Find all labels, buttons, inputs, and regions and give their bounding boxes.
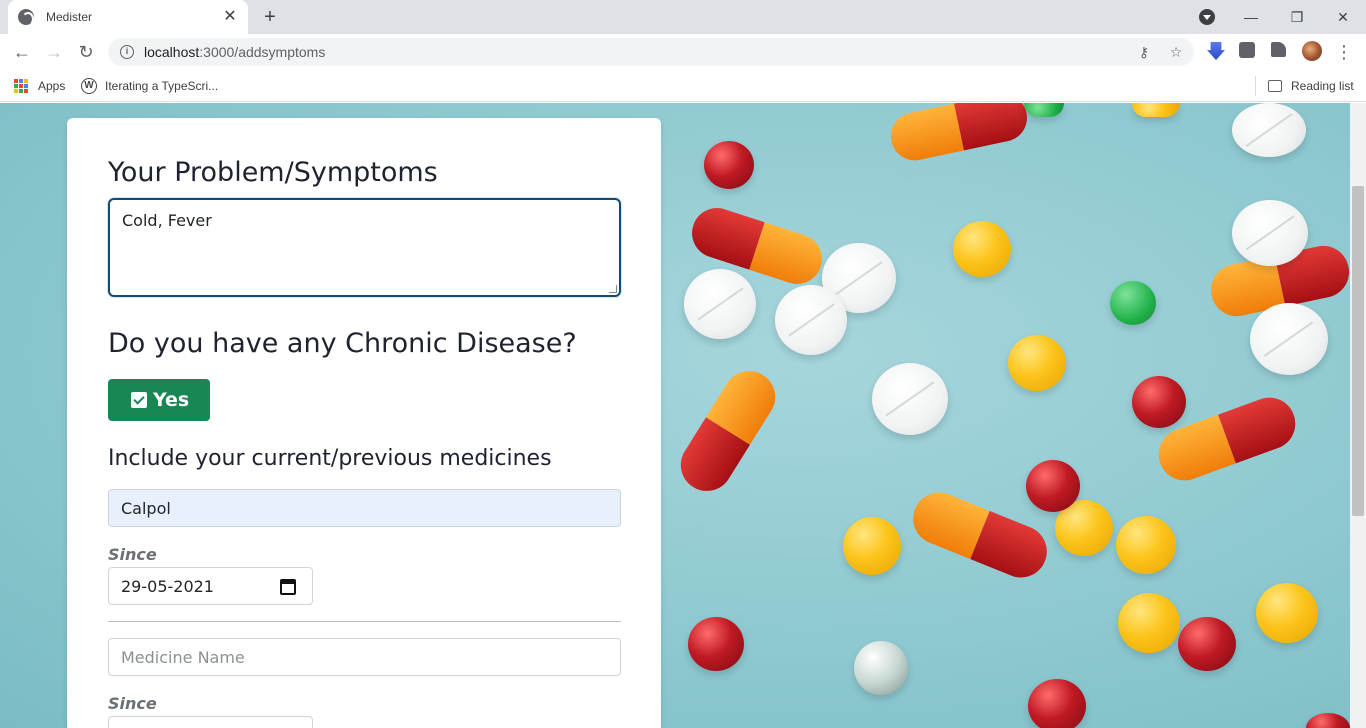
symptoms-value: Cold, Fever (122, 211, 212, 230)
tablet-image (872, 363, 948, 435)
yellow-pill-image (1118, 593, 1180, 653)
info-icon[interactable]: i (120, 45, 134, 59)
red-bead-image (1026, 460, 1080, 512)
plus-icon[interactable]: + (258, 6, 282, 28)
tab-title: Medister (46, 10, 93, 24)
capsule-image (670, 361, 786, 501)
bookmark-apps-label: Apps (38, 79, 66, 93)
medicine-1-value: Calpol (121, 498, 171, 518)
chronic-yes-button[interactable]: Yes (108, 379, 210, 421)
green-pill-image (1024, 103, 1064, 117)
bookmark-typescript-label: Iterating a TypeScri... (105, 79, 219, 93)
tablet-image (1232, 103, 1306, 157)
tab-search-icon[interactable] (1199, 9, 1215, 25)
minimize-button[interactable]: — (1228, 0, 1274, 34)
extension-icon[interactable] (1239, 42, 1255, 58)
bookmarks-bar: Apps W Iterating a TypeScri... Reading l… (0, 70, 1366, 102)
url-text: localhost:3000/addsymptoms (144, 44, 325, 60)
tab-medister[interactable]: Medister ✕ (8, 0, 248, 34)
yellow-pill-image (1256, 583, 1318, 643)
reading-list[interactable]: Reading list (1268, 77, 1354, 95)
medicine-since-date-1[interactable]: 29-05-2021 (108, 567, 313, 605)
medicines-heading: Include your current/previous medicines (108, 446, 552, 471)
red-bead-image (1132, 376, 1186, 428)
reading-list-icon (1268, 80, 1282, 92)
download-extension-icon[interactable] (1207, 42, 1225, 60)
medicine-2-placeholder: Medicine Name (121, 647, 245, 667)
avatar[interactable] (1302, 41, 1322, 61)
apps-icon (14, 79, 28, 93)
close-icon[interactable]: ✕ (222, 9, 238, 25)
url-path: :3000/addsymptoms (199, 44, 326, 60)
medicine-divider (108, 621, 621, 622)
calendar-icon[interactable] (280, 579, 296, 595)
capsule-image (886, 103, 1032, 165)
browser-toolbar: ← → ↻ i localhost:3000/addsymptoms ⚷ ☆ ⋮ (0, 34, 1366, 70)
tablet-image (775, 285, 847, 355)
tab-strip: Medister ✕ + — ❐ ✕ (0, 0, 1366, 34)
clear-bead-image (854, 641, 908, 695)
symptoms-heading: Your Problem/Symptoms (108, 157, 438, 188)
yellow-pill-image (1132, 103, 1180, 117)
since-label-2: Since (108, 694, 157, 713)
forward-icon[interactable]: → (42, 40, 66, 64)
bookmark-apps[interactable]: Apps (14, 77, 65, 95)
star-icon[interactable]: ☆ (1168, 44, 1184, 60)
check-icon (131, 392, 147, 408)
yellow-pill-image (1008, 335, 1066, 391)
puzzle-icon[interactable] (1271, 42, 1286, 57)
since-label: Since (108, 545, 157, 564)
red-bead-image (1028, 679, 1086, 728)
scrollbar-thumb[interactable] (1352, 186, 1364, 516)
medicine-1-date: 29-05-2021 (121, 576, 214, 596)
bookmark-typescript[interactable]: W Iterating a TypeScri... (81, 77, 218, 95)
symptoms-textarea[interactable]: Cold, Fever (108, 198, 621, 297)
back-icon[interactable]: ← (10, 40, 34, 64)
chronic-disease-heading: Do you have any Chronic Disease? (108, 328, 577, 359)
reload-icon[interactable]: ↻ (74, 40, 98, 64)
reading-list-label: Reading list (1291, 79, 1354, 93)
medicine-name-input-2[interactable]: Medicine Name (108, 638, 621, 676)
tablet-image (1232, 200, 1308, 266)
medicine-name-input-1[interactable]: Calpol (108, 489, 621, 527)
url-host: localhost (144, 44, 200, 60)
wordpress-icon: W (81, 78, 97, 94)
red-bead-image (688, 617, 744, 671)
yellow-pill-image (843, 517, 901, 575)
globe-icon (18, 9, 34, 26)
tablet-image (1250, 303, 1328, 375)
restore-button[interactable]: ❐ (1274, 0, 1320, 34)
green-pill-image (1110, 281, 1156, 325)
menu-icon[interactable]: ⋮ (1332, 40, 1356, 64)
bookmark-separator (1255, 76, 1256, 96)
tablet-image (684, 269, 756, 339)
yes-label: Yes (153, 389, 190, 411)
medicine-since-date-2[interactable] (108, 716, 313, 728)
close-window-button[interactable]: ✕ (1320, 0, 1366, 34)
red-bead-image (1306, 713, 1350, 728)
yellow-pill-image (953, 221, 1011, 277)
address-bar[interactable]: i localhost:3000/addsymptoms ⚷ ☆ (108, 38, 1194, 66)
yellow-pill-image (1116, 516, 1176, 574)
red-bead-image (704, 141, 754, 189)
resize-handle-icon[interactable] (609, 285, 617, 293)
key-icon[interactable]: ⚷ (1136, 44, 1152, 60)
red-bead-image (1178, 617, 1236, 671)
